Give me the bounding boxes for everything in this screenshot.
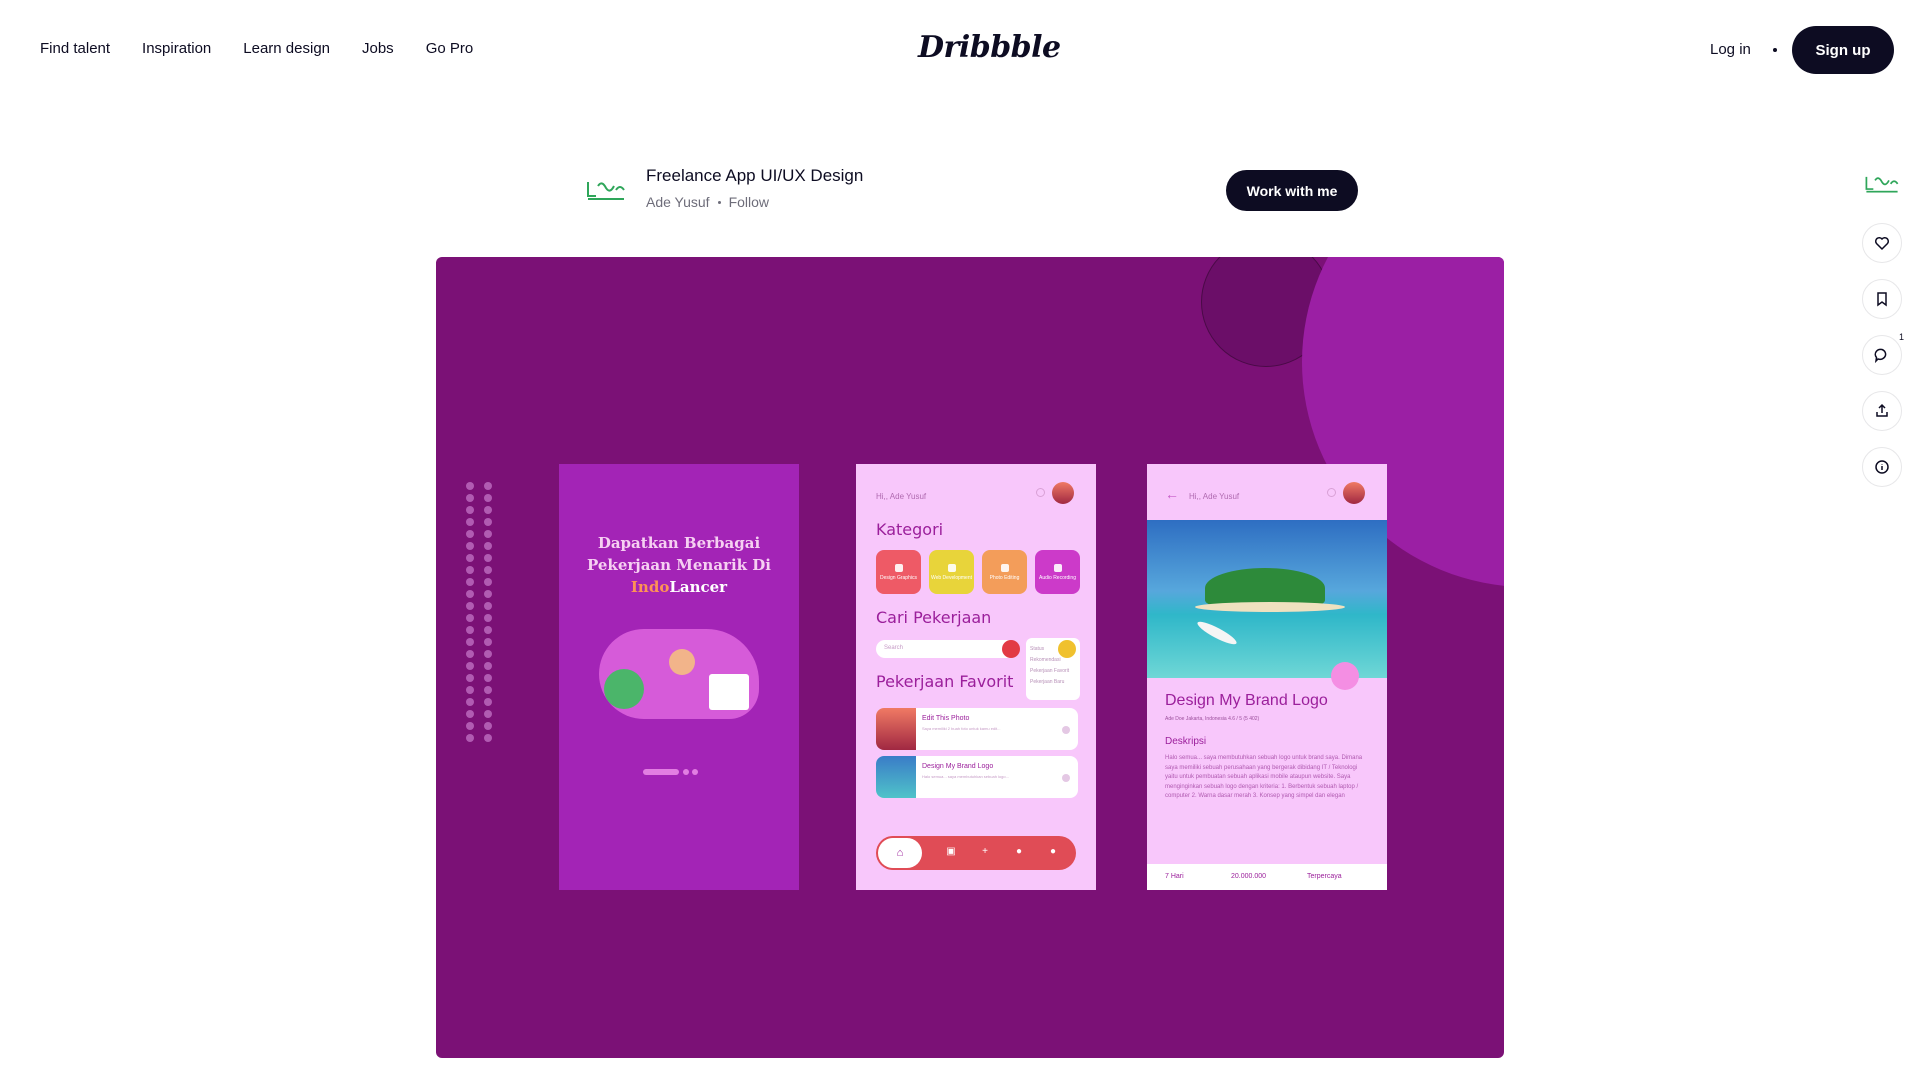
back-arrow-icon: ← (1165, 486, 1179, 502)
info-button[interactable] (1862, 447, 1902, 487)
gear-icon (1036, 488, 1045, 497)
detail-title: Design My Brand Logo (1165, 692, 1328, 709)
share-icon (1876, 403, 1888, 417)
detail-meta: Ade Doe Jakarta, Indonesia 4.6 / 5 (5 40… (1165, 716, 1260, 722)
job-card: Edit This Photo Saya memiliki 2 buah fot… (876, 708, 1078, 750)
nav-find-talent[interactable]: Find talent (40, 40, 110, 57)
sand-shape (1195, 602, 1345, 612)
job-desc: Halo semua... saya membutuhkan sebuah lo… (922, 774, 1009, 779)
work-with-me-button[interactable]: Work with me (1226, 170, 1358, 211)
nav-jobs[interactable]: Jobs (362, 40, 394, 57)
like-button[interactable] (1862, 223, 1902, 263)
author-avatar[interactable] (584, 174, 628, 204)
phone-mockup-onboarding: Dapatkan Berbagai Pekerjaan Menarik Di I… (559, 464, 799, 890)
section-cari: Cari Pekerjaan (876, 608, 992, 627)
page-dot (692, 769, 698, 775)
shot-title: Freelance App UI/UX Design (646, 166, 864, 185)
category-photo: Photo Editing (982, 550, 1027, 594)
search-input: Search (876, 640, 1018, 658)
category-web: Web Development (929, 550, 974, 594)
job-thumbnail (876, 708, 916, 750)
category-list: Design Graphics Web Development Photo Ed… (876, 550, 1080, 594)
boat-shape (1195, 618, 1239, 648)
nav-go-pro[interactable]: Go Pro (426, 40, 474, 57)
check-icon (1062, 774, 1070, 782)
check-icon (1062, 726, 1070, 734)
detail-description: Halo semua... saya membutuhkan sebuah lo… (1165, 755, 1363, 799)
home-icon: ⌂ (878, 838, 922, 868)
info-icon (1875, 460, 1889, 474)
comment-icon (1874, 348, 1887, 363)
plus-icon: + (982, 846, 988, 857)
avatar (1052, 482, 1074, 504)
heart-icon (1874, 236, 1890, 251)
dribbble-logo[interactable]: Dribbble (918, 30, 1061, 65)
person-illustration (669, 649, 695, 675)
job-title: Design My Brand Logo (922, 763, 994, 770)
phone-mockup-home: Hi,, Ade Yusuf Kategori Design Graphics … (856, 464, 1096, 890)
category-audio: Audio Recording (1035, 550, 1080, 594)
category-design: Design Graphics (876, 550, 921, 594)
job-thumbnail (876, 756, 916, 798)
nav-separator (1773, 48, 1777, 52)
page-indicator (643, 769, 679, 775)
nav-inspiration[interactable]: Inspiration (142, 40, 211, 57)
comments-button[interactable]: 1 (1862, 332, 1907, 375)
greeting: Hi,, Ade Yusuf (1189, 492, 1240, 501)
job-title: Edit This Photo (922, 715, 970, 722)
signup-button[interactable]: Sign up (1792, 26, 1894, 74)
side-actions: 1 (1862, 170, 1907, 503)
briefcase-icon: ▣ (946, 846, 956, 857)
login-link[interactable]: Log in (1710, 41, 1751, 58)
comment-count-badge: 1 (1895, 332, 1907, 342)
bell-icon: ● (1015, 846, 1023, 857)
top-nav: Find talent Inspiration Learn design Job… (0, 0, 1920, 100)
side-author-avatar[interactable] (1862, 170, 1902, 196)
page-dot (683, 769, 689, 775)
job-desc: Saya memiliki 2 buah foto untuk kamu edi… (922, 726, 1001, 731)
follow-link[interactable]: Follow (729, 194, 769, 210)
search-icon (1002, 640, 1020, 658)
budget: 20.000.000 (1231, 873, 1267, 880)
shot-meta: Ade Yusuf Follow (646, 194, 769, 210)
filter-icon (1058, 640, 1076, 658)
avatar (1343, 482, 1365, 504)
bookmark-icon (1877, 292, 1887, 307)
phone-mockup-detail: ← Hi,, Ade Yusuf Design My Brand Logo Ad… (1147, 464, 1387, 890)
duration: 7 Hari (1165, 873, 1184, 880)
decor-dots (466, 482, 496, 742)
trusted: Terpercaya (1307, 873, 1342, 880)
share-button[interactable] (1862, 391, 1902, 431)
bottom-nav: ⌂ ▣ + ● ● (876, 836, 1076, 870)
nav-links: Find talent Inspiration Learn design Job… (40, 40, 473, 57)
gear-icon (1327, 488, 1336, 497)
greeting: Hi,, Ade Yusuf (876, 492, 927, 501)
detail-subtitle: Deskripsi (1165, 736, 1207, 747)
user-icon: ● (1049, 846, 1057, 857)
send-icon (1331, 662, 1359, 690)
plant-illustration (604, 669, 644, 709)
onboarding-title: Dapatkan Berbagai Pekerjaan Menarik Di I… (587, 534, 771, 596)
nav-learn-design[interactable]: Learn design (243, 40, 330, 57)
job-card: Design My Brand Logo Halo semua... saya … (876, 756, 1078, 798)
section-favorit: Pekerjaan Favorit (876, 672, 1014, 691)
shot-image[interactable]: Dapatkan Berbagai Pekerjaan Menarik Di I… (436, 257, 1504, 1058)
save-button[interactable] (1862, 279, 1902, 319)
section-kategori: Kategori (876, 520, 944, 539)
detail-footer: 7 Hari 20.000.000 Terpercaya (1147, 864, 1387, 890)
island-photo (1147, 520, 1387, 678)
laptop-illustration (709, 674, 749, 710)
author-name[interactable]: Ade Yusuf (646, 194, 710, 210)
shot-header: Freelance App UI/UX Design Ade Yusuf Fol… (584, 160, 1360, 220)
meta-dot (717, 200, 721, 204)
